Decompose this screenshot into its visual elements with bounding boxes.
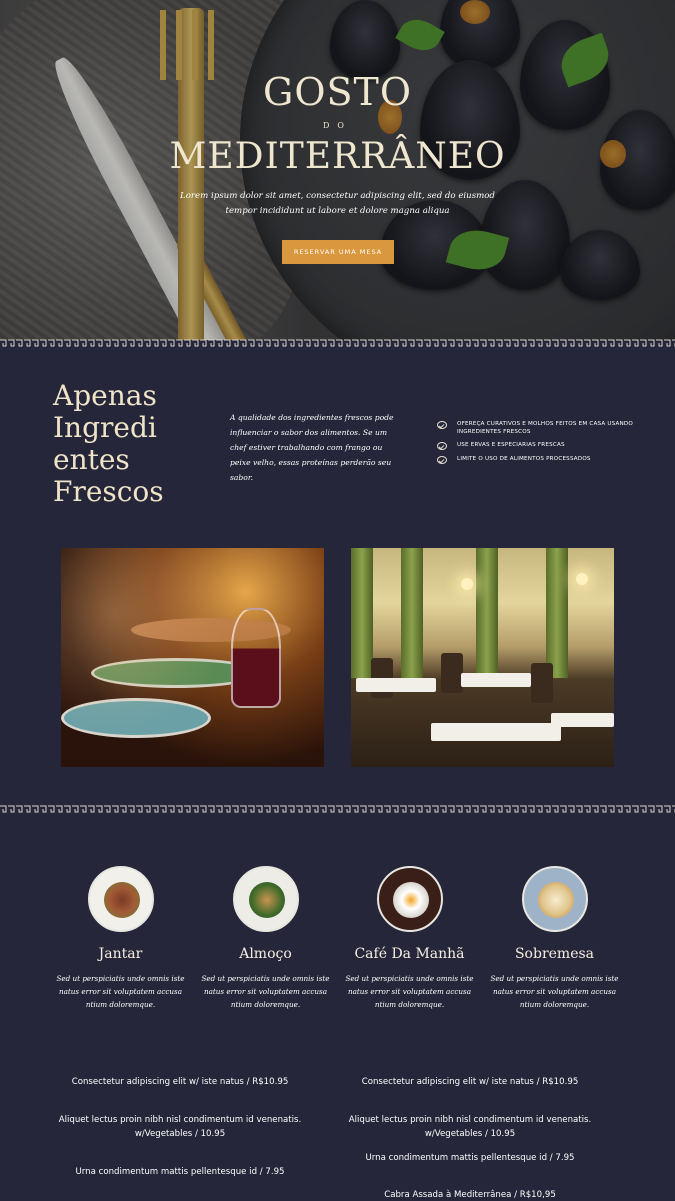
menu-item: Urna condimentum mattis pellentesque id … <box>75 1167 285 1177</box>
restaurant-interior-photo <box>351 548 614 767</box>
category-lunch[interactable]: Almoço Sed ut perspiciatis unde omnis is… <box>193 866 338 1011</box>
category-name: Sobremesa <box>514 946 595 962</box>
dessert-plate-icon <box>521 866 588 932</box>
fresh-ingredients-description: A qualidade dos ingredientes frescos pod… <box>230 413 394 482</box>
lunch-plate-icon <box>232 866 299 932</box>
fresh-ingredients-heading: Apenas Ingredi entes Frescos <box>53 379 164 508</box>
menu-item: Aliquet lectus proin nibh nisl condiment… <box>348 1115 592 1139</box>
check-circle-icon <box>437 456 447 464</box>
greek-key-divider <box>0 804 675 814</box>
menu-item: Urna condimentum mattis pellentesque id … <box>365 1153 575 1163</box>
category-dinner[interactable]: Jantar Sed ut perspiciatis unde omnis is… <box>48 866 193 1011</box>
list-item: USE ERVAS E ESPECIARIAS FRESCAS <box>437 441 637 450</box>
category-breakfast[interactable]: Café Da Manhã Sed ut perspiciatis unde o… <box>337 866 482 1011</box>
list-item: OFEREÇA CURATIVOS E MOLHOS FEITOS EM CAS… <box>437 420 637 436</box>
list-item-text: OFEREÇA CURATIVOS E MOLHOS FEITOS EM CAS… <box>457 421 634 435</box>
hero-subtitle: Lorem ipsum dolor sit amet, consectetur … <box>180 191 495 216</box>
greek-key-divider <box>0 338 675 348</box>
category-name: Jantar <box>98 946 143 962</box>
breakfast-plate-icon <box>376 866 443 932</box>
menu-item: Consectetur adipiscing elit w/ iste natu… <box>361 1077 579 1087</box>
menu-item: Aliquet lectus proin nibh nisl condiment… <box>58 1115 302 1139</box>
category-dessert[interactable]: Sobremesa Sed ut perspiciatis unde omnis… <box>482 866 627 1011</box>
check-circle-icon <box>437 442 447 450</box>
hero-title-line1: GOSTO <box>262 70 413 114</box>
category-description: Sed ut perspiciatis unde omnis iste natu… <box>56 974 185 1009</box>
hero-title-line2: DO <box>323 121 352 130</box>
category-description: Sed ut perspiciatis unde omnis iste natu… <box>490 974 619 1009</box>
dinner-plate-icon <box>87 866 154 932</box>
menu-item: Cabra Assada à Mediterrânea / R$10,95 <box>384 1190 556 1200</box>
fresh-ingredients-list: OFEREÇA CURATIVOS E MOLHOS FEITOS EM CAS… <box>437 420 637 469</box>
check-circle-icon <box>437 421 447 429</box>
reserve-table-button[interactable]: RESERVAR UMA MESA <box>282 240 394 264</box>
list-item-text: LIMITE O USO DE ALIMENTOS PROCESSADOS <box>457 456 591 462</box>
category-description: Sed ut perspiciatis unde omnis iste natu… <box>201 974 330 1009</box>
category-name: Almoço <box>239 946 292 962</box>
menu-item: Consectetur adipiscing elit w/ iste natu… <box>71 1077 289 1087</box>
hero-title-line3: MEDITERRÂNEO <box>169 136 506 177</box>
dining-table-photo <box>61 548 324 767</box>
list-item: LIMITE O USO DE ALIMENTOS PROCESSADOS <box>437 455 637 464</box>
list-item-text: USE ERVAS E ESPECIARIAS FRESCAS <box>457 442 565 448</box>
hero-section: GOSTO DO MEDITERRÂNEO Lorem ipsum dolor … <box>0 0 675 340</box>
category-name: Café Da Manhã <box>354 946 465 962</box>
category-description: Sed ut perspiciatis unde omnis iste natu… <box>345 974 474 1009</box>
